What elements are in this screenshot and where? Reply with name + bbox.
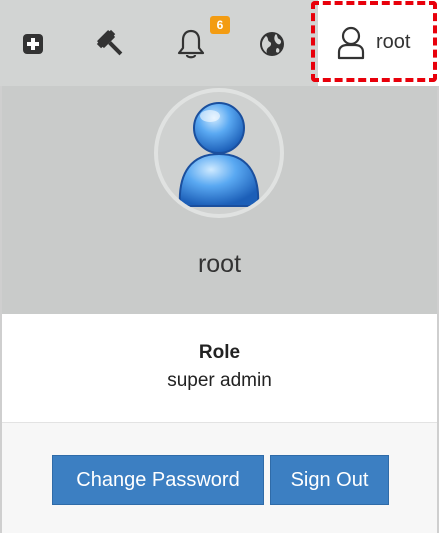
bell-icon[interactable] [176,24,206,64]
avatar [154,88,284,218]
user-header-name: root [197,250,242,278]
globe-icon[interactable] [258,24,286,64]
navbar-user-name: root [376,31,411,53]
user-outline-icon [336,26,366,65]
role-section: Role super admin [2,314,437,423]
notification-badge: 6 [210,16,230,34]
role-label: Role [198,342,241,363]
change-password-button[interactable]: Change Password [52,455,264,505]
role-value: super admin [167,370,272,391]
user-dropdown-menu: root Role super admin Change Password Si… [0,86,439,533]
plus-square-icon[interactable] [22,24,44,64]
user-header: root [2,86,437,314]
user-menu-toggle[interactable]: root [318,0,441,86]
gavel-icon[interactable] [95,24,127,64]
user-footer: Change Password Sign Out [2,423,437,533]
sign-out-button[interactable]: Sign Out [270,455,389,505]
